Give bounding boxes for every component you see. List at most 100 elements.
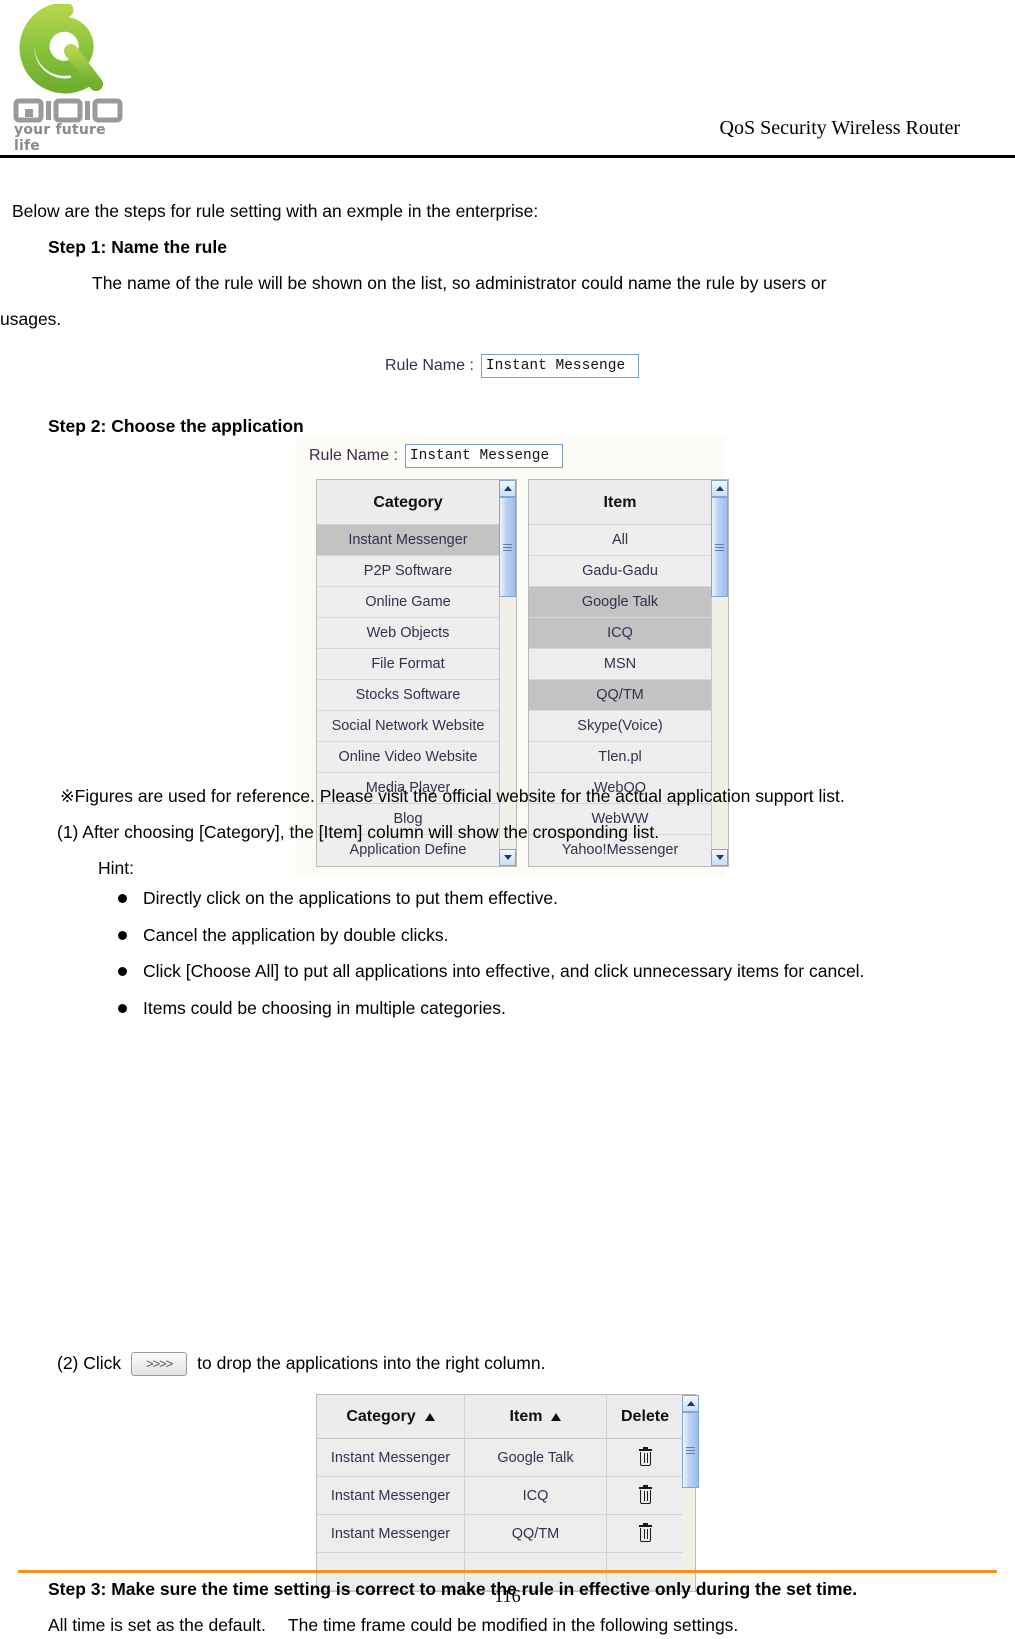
step1-heading: Step 1: Name the rule bbox=[48, 237, 227, 257]
figures-note: ※Figures are used for reference. Please … bbox=[60, 786, 845, 806]
chosen-scroll-thumb[interactable] bbox=[682, 1412, 699, 1488]
page-header: your future life QoS Security Wireless R… bbox=[0, 0, 1015, 158]
item-option-gadu-gadu[interactable]: Gadu-Gadu bbox=[529, 556, 711, 587]
item-option-google-talk[interactable]: Google Talk bbox=[529, 587, 711, 618]
category-scroll-thumb[interactable] bbox=[499, 497, 516, 597]
item-option-skype-voice[interactable]: Skype(Voice) bbox=[529, 711, 711, 742]
item-scroll-up-button[interactable] bbox=[711, 480, 728, 497]
item-option-tlen-pl[interactable]: Tlen.pl bbox=[529, 742, 711, 773]
category-scroll-down-button[interactable] bbox=[499, 849, 516, 866]
chosen-table: Category Item Delete Instant Messenger G… bbox=[316, 1394, 683, 1592]
hint-text-4: Items could be choosing in multiple cate… bbox=[143, 997, 506, 1018]
chosen-cell-item: QQ/TM bbox=[465, 1515, 607, 1552]
chosen-scroll-up-button[interactable] bbox=[682, 1395, 699, 1412]
item-option-icq[interactable]: ICQ bbox=[529, 618, 711, 649]
chosen-header-item[interactable]: Item bbox=[465, 1395, 607, 1438]
bullet-dot-icon bbox=[118, 1003, 127, 1013]
category-option-social-network-website[interactable]: Social Network Website bbox=[317, 711, 499, 742]
header-title: QoS Security Wireless Router bbox=[719, 117, 960, 139]
hint-bullet-item: Directly click on the applications to pu… bbox=[118, 886, 864, 911]
chosen-cell-category: Instant Messenger bbox=[317, 1439, 465, 1476]
category-column-header: Category bbox=[317, 480, 499, 525]
hint-bullet-list: Directly click on the applications to pu… bbox=[118, 886, 864, 1032]
chevron-down-icon bbox=[503, 855, 512, 860]
chosen-cell-delete[interactable] bbox=[607, 1515, 683, 1552]
chosen-table-scrollbar[interactable] bbox=[682, 1394, 699, 1592]
chosen-cell-delete[interactable] bbox=[607, 1477, 683, 1514]
hint-bullet-item: Cancel the application by double clicks. bbox=[118, 923, 864, 948]
intro-paragraph: Below are the steps for rule setting wit… bbox=[12, 201, 539, 221]
category-option-file-format[interactable]: File Format bbox=[317, 649, 499, 680]
figure-chosen-applications: Category Item Delete Instant Messenger G… bbox=[316, 1394, 699, 1592]
category-option-online-video-website[interactable]: Online Video Website bbox=[317, 742, 499, 773]
table-row: Instant Messenger Google Talk bbox=[317, 1439, 683, 1477]
chosen-cell-item: Google Talk bbox=[465, 1439, 607, 1476]
move-right-button[interactable]: >>>> bbox=[131, 1351, 188, 1376]
sort-ascending-icon[interactable] bbox=[424, 1412, 435, 1421]
item-scroll-thumb[interactable] bbox=[711, 497, 728, 597]
hint-bullet-item: Click [Choose All] to put all applicatio… bbox=[118, 959, 864, 984]
category-option-web-objects[interactable]: Web Objects bbox=[317, 618, 499, 649]
step1-desc-line1: The name of the rule will be shown on th… bbox=[92, 273, 827, 293]
hint-label: Hint: bbox=[98, 858, 134, 878]
qno-wordmark-icon bbox=[13, 98, 123, 123]
chosen-header-category-label: Category bbox=[346, 1407, 416, 1425]
item-scroll-down-button[interactable] bbox=[711, 849, 728, 866]
item-option-msn[interactable]: MSN bbox=[529, 649, 711, 680]
rule-name-label: Rule Name : bbox=[385, 357, 474, 374]
hint-bullet-item: Items could be choosing in multiple cate… bbox=[118, 996, 864, 1021]
delete-icon[interactable] bbox=[638, 1523, 652, 1542]
category-option-stocks-software[interactable]: Stocks Software bbox=[317, 680, 499, 711]
item-column-header: Item bbox=[529, 480, 711, 525]
grip-icon bbox=[715, 543, 724, 551]
chosen-cell-delete[interactable] bbox=[607, 1439, 683, 1476]
category-option-instant-messenger[interactable]: Instant Messenger bbox=[317, 525, 499, 556]
chosen-cell-category: Instant Messenger bbox=[317, 1477, 465, 1514]
picker-rule-name-input[interactable] bbox=[404, 444, 563, 468]
instruction-item-2: (2) Click >>>> to drop the applications … bbox=[57, 1350, 545, 1377]
chosen-cell-item: ICQ bbox=[465, 1477, 607, 1514]
picker-rule-name-label: Rule Name : bbox=[309, 447, 398, 464]
table-row: Instant Messenger QQ/TM bbox=[317, 1515, 683, 1553]
logo-tagline: your future life bbox=[14, 122, 106, 154]
chosen-header-delete: Delete bbox=[620, 1407, 670, 1425]
grip-icon bbox=[686, 1446, 695, 1454]
category-option-p2p-software[interactable]: P2P Software bbox=[317, 556, 499, 587]
closing-sentence: All time is set as the default. The time… bbox=[48, 1615, 739, 1635]
delete-icon[interactable] bbox=[638, 1447, 652, 1466]
chosen-cell-category: Instant Messenger bbox=[317, 1515, 465, 1552]
item-option-all[interactable]: All bbox=[529, 525, 711, 556]
picker-rule-name-row: Rule Name : bbox=[309, 444, 721, 468]
figure-rule-name: Rule Name : bbox=[385, 354, 639, 378]
bullet-dot-icon bbox=[118, 967, 127, 976]
chosen-header-category[interactable]: Category bbox=[317, 1395, 465, 1438]
hint-text-1: Directly click on the applications to pu… bbox=[143, 888, 559, 908]
instruction-item-1: (1) After choosing [Category], the [Item… bbox=[57, 822, 660, 842]
rule-name-input[interactable] bbox=[480, 354, 639, 378]
figure-application-picker: Rule Name : Category Instant Messenger P… bbox=[295, 436, 729, 877]
category-option-online-game[interactable]: Online Game bbox=[317, 587, 499, 618]
step2-heading: Step 2: Choose the application bbox=[48, 416, 304, 436]
sort-ascending-icon[interactable] bbox=[551, 1412, 562, 1421]
qno-logo: your future life bbox=[8, 4, 130, 154]
chevron-up-icon bbox=[715, 486, 724, 491]
category-scroll-up-button[interactable] bbox=[499, 480, 516, 497]
instruction-item-2-suffix: to drop the applications into the right … bbox=[197, 1353, 546, 1373]
chevron-down-icon bbox=[715, 855, 724, 860]
footer-divider bbox=[18, 1570, 997, 1573]
chevron-up-icon bbox=[686, 1401, 695, 1406]
bullet-dot-icon bbox=[118, 894, 127, 903]
header-divider bbox=[0, 155, 1015, 158]
page-number: 116 bbox=[494, 1586, 521, 1606]
chosen-table-header-row: Category Item Delete bbox=[317, 1395, 683, 1439]
chosen-header-item-label: Item bbox=[509, 1407, 543, 1425]
table-row: Instant Messenger ICQ bbox=[317, 1477, 683, 1515]
delete-icon[interactable] bbox=[638, 1485, 652, 1504]
instruction-item-2-prefix: (2) Click bbox=[57, 1353, 122, 1373]
item-option-qq-tm[interactable]: QQ/TM bbox=[529, 680, 711, 711]
hint-text-2: Cancel the application by double clicks. bbox=[143, 924, 449, 945]
hint-text-3: Click [Choose All] to put all applicatio… bbox=[143, 961, 865, 981]
grip-icon bbox=[503, 543, 512, 551]
bullet-dot-icon bbox=[118, 930, 127, 940]
qno-q-mark-icon bbox=[19, 4, 103, 94]
